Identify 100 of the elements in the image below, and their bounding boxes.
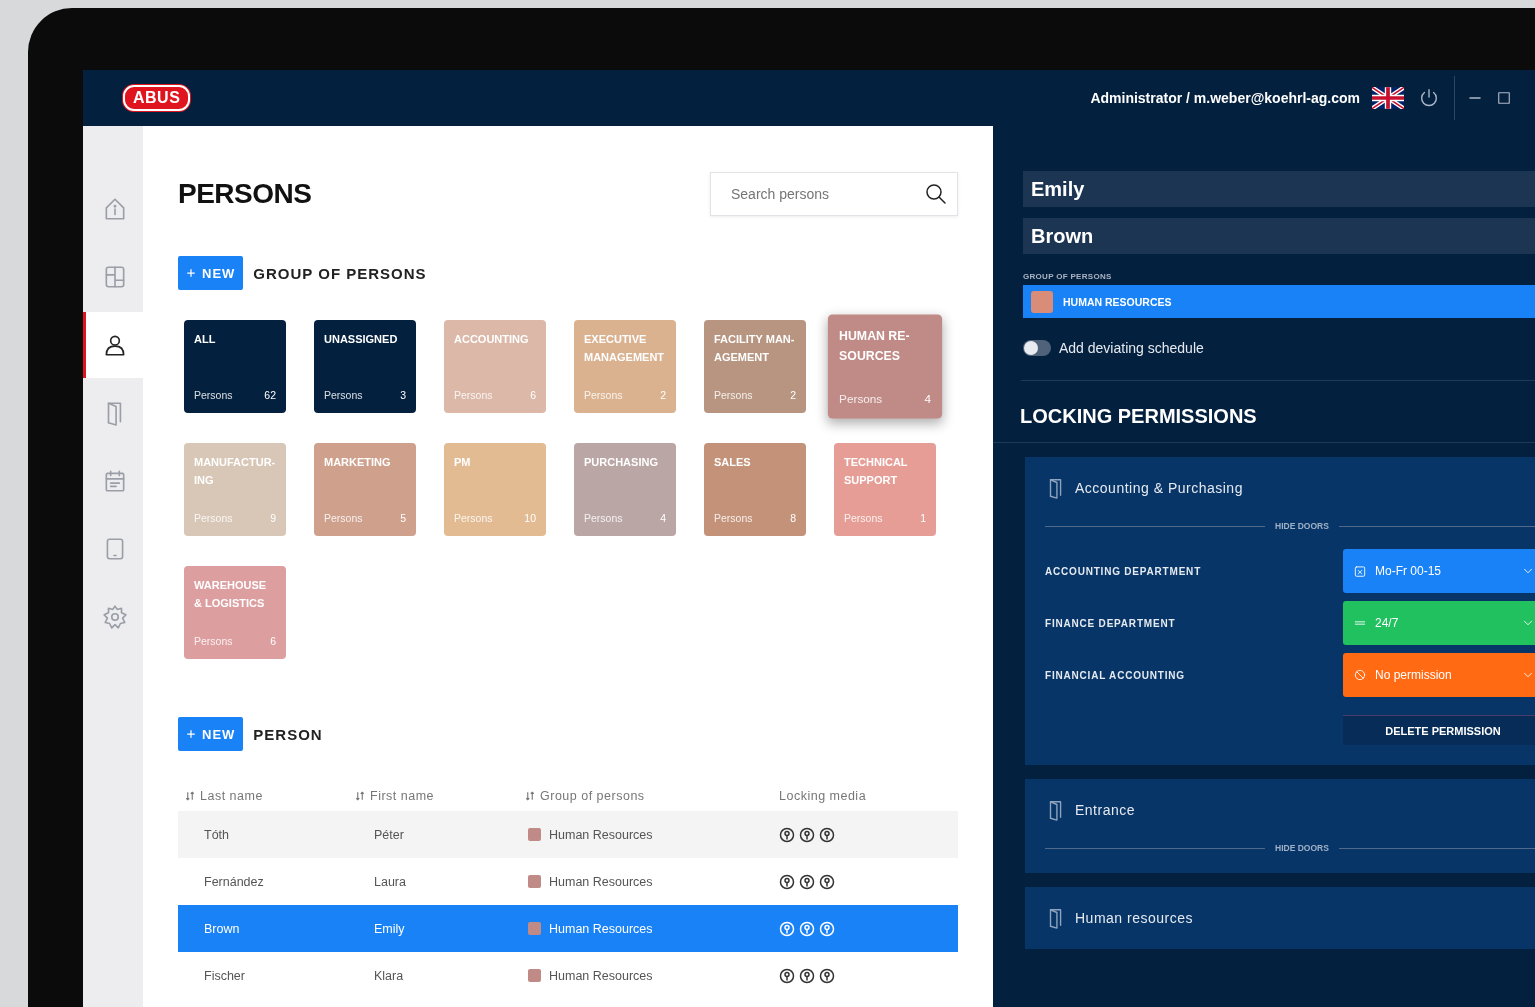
permission-dropdown[interactable]: 24/7 (1343, 601, 1535, 645)
table-cell: Human Resources (549, 827, 653, 842)
group-name: HUMAN RE-SOURCES (839, 328, 911, 365)
group-count: 10 (524, 512, 536, 524)
group-label: Persons (584, 389, 623, 401)
maximize-icon (1495, 89, 1513, 107)
sidebar-item[interactable] (83, 312, 143, 378)
group-card[interactable]: MARKETING Persons 5 (314, 443, 416, 536)
table-cell-text: Fernández (204, 874, 265, 889)
minimize-icon (1469, 97, 1481, 99)
key-tag-icon (779, 967, 795, 984)
table-cell: Human Resources (549, 921, 653, 936)
plus-icon (186, 729, 196, 739)
group-name: PURCHASING (584, 455, 659, 470)
group-card[interactable]: EXECUTIVE MANAGEMENT Persons 2 (574, 320, 676, 413)
plus-icon (186, 268, 196, 278)
group-count: 6 (270, 635, 276, 647)
user-label: Administrator / m.weber@koehrl-ag.com (1090, 90, 1360, 106)
page-title: PERSONS (178, 178, 312, 210)
group-card[interactable]: ALL Persons 62 (184, 320, 286, 413)
group-name: TECHNICAL SUPPORT (844, 455, 909, 488)
door-name: FINANCE DEPARTMENT (1045, 617, 1177, 629)
group-select[interactable]: HUMAN RESOURCES (1023, 285, 1535, 318)
forbidden-icon (1353, 668, 1367, 682)
calendar-icon (1353, 564, 1367, 578)
hide-doors-link[interactable]: HIDE DOORS (1275, 843, 1329, 853)
group-card[interactable]: FACILITY MAN-AGEMENT Persons 2 (704, 320, 806, 413)
table-row[interactable]: Fernández Laura Human Resources (178, 858, 958, 905)
section-title: PERSON (253, 725, 323, 743)
group-card[interactable]: HUMAN RE-SOURCES Persons 4 (827, 314, 943, 419)
hide-doors-link[interactable]: HIDE DOORS (1275, 521, 1329, 531)
group-label: Persons (194, 512, 233, 524)
group-label: Persons (194, 635, 233, 647)
sort-icon[interactable] (354, 790, 366, 802)
group-count: 62 (264, 389, 276, 401)
table-cell: Human Resources (549, 874, 653, 889)
sort-icon[interactable] (184, 790, 196, 802)
table-row[interactable]: Fischer Klara Human Resources (178, 952, 958, 999)
group-name: EXECUTIVE MANAGEMENT (584, 332, 666, 365)
search-field[interactable]: Search persons (710, 172, 958, 216)
door-name: ACCOUNTING DEPARTMENT (1045, 565, 1203, 577)
key-tag-icon (799, 920, 815, 937)
group-name: WAREHOUSE & LOGISTICS (194, 578, 268, 611)
group-name: PM (454, 455, 472, 470)
group-label: Persons (714, 512, 753, 524)
group-count: 6 (530, 389, 536, 401)
table-cell-text: Emily (374, 921, 406, 936)
group-label: Persons (844, 512, 883, 524)
column-header[interactable]: Group of persons (540, 789, 645, 803)
group-label: Persons (584, 512, 623, 524)
group-name: UNASSIGNED (324, 332, 399, 347)
group-count: 4 (660, 512, 666, 524)
new-button[interactable]: NEW (178, 256, 244, 290)
group-label: Persons (324, 512, 363, 524)
group-count: 9 (270, 512, 276, 524)
table-cell-text: Péter (374, 827, 405, 842)
table-row[interactable]: Tóth Péter Human Resources (178, 811, 958, 858)
key-tag-icon (779, 826, 795, 843)
group-card[interactable]: SALES Persons 8 (704, 443, 806, 536)
group-count: 2 (790, 389, 796, 401)
key-tag-icon (779, 920, 795, 937)
group-name: SALES (714, 455, 752, 470)
toggle-switch[interactable] (1023, 340, 1051, 356)
power-icon (1418, 87, 1440, 109)
group-card[interactable]: WAREHOUSE & LOGISTICS Persons 6 (184, 566, 286, 659)
new-button[interactable]: NEW (178, 717, 244, 751)
field-label: GROUP OF PERSONS (1023, 272, 1113, 281)
group-label: Persons (454, 389, 493, 401)
key-tag-icon (779, 873, 795, 890)
group-card[interactable]: TECHNICAL SUPPORT Persons 1 (834, 443, 936, 536)
group-card[interactable]: PURCHASING Persons 4 (574, 443, 676, 536)
flag-icon[interactable] (1372, 87, 1404, 109)
first-name-field[interactable]: Emily (1023, 171, 1535, 207)
sort-icon[interactable] (524, 790, 536, 802)
group-name: ALL (194, 332, 217, 347)
section-title: GROUP OF PERSONS (253, 264, 427, 282)
group-label: Persons (324, 389, 363, 401)
section-title[interactable]: Entrance (1075, 802, 1136, 818)
key-tag-icon (799, 967, 815, 984)
column-header: Locking media (779, 789, 867, 803)
group-count: 1 (920, 512, 926, 524)
section-title[interactable]: Human resources (1075, 910, 1193, 926)
column-header[interactable]: Last name (200, 789, 263, 803)
group-card[interactable]: UNASSIGNED Persons 3 (314, 320, 416, 413)
permission-dropdown[interactable]: No permission (1343, 653, 1535, 697)
table-cell-text: Laura (374, 874, 407, 889)
key-tag-icon (799, 873, 815, 890)
permission-dropdown[interactable]: Mo-Fr 00-15 (1343, 549, 1535, 593)
key-tag-icon (819, 826, 835, 843)
group-name: MARKETING (324, 455, 392, 470)
column-header[interactable]: First name (370, 789, 435, 803)
section-title[interactable]: Accounting & Purchasing (1075, 480, 1243, 496)
settings-icon (101, 604, 128, 630)
last-name-field[interactable]: Brown (1023, 218, 1535, 254)
logo: ABUS (123, 85, 191, 111)
table-row[interactable]: Brown Emily Human Resources (178, 905, 958, 952)
group-count: 4 (924, 391, 931, 406)
table-cell-text: Fischer (204, 968, 246, 983)
delete-permission-button[interactable]: DELETE PERMISSION (1343, 715, 1535, 745)
key-tag-icon (819, 873, 835, 890)
